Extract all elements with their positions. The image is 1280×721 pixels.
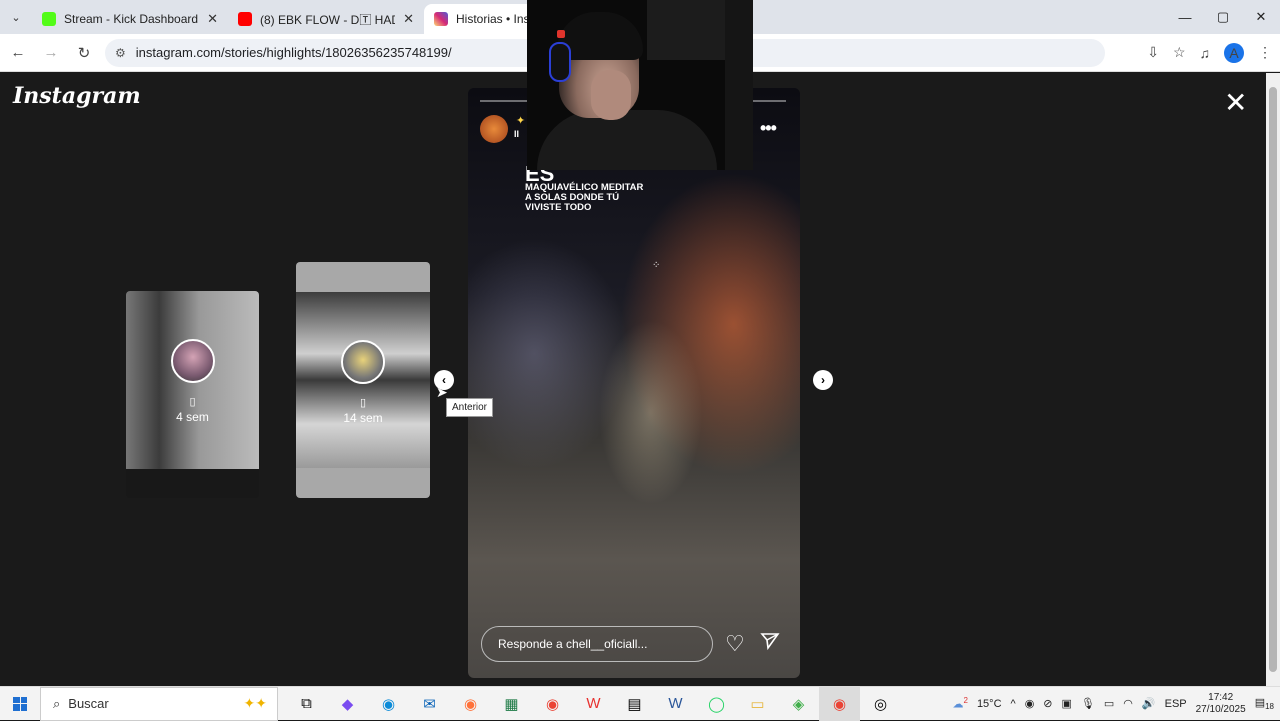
obs-icon[interactable]: ◎ xyxy=(860,687,901,721)
headset-light xyxy=(557,30,565,38)
toolbar-right: ⇩ ☆ ♫ A ⋮ xyxy=(1147,42,1272,63)
story-image xyxy=(468,88,800,678)
task-view-icon[interactable]: ⧉ xyxy=(286,687,327,721)
chevron-up-icon[interactable]: ^ xyxy=(1011,698,1016,710)
window-controls: — ▢ ✕ xyxy=(1166,0,1280,34)
tab-search-dropdown-icon[interactable]: ⌄ xyxy=(0,0,32,34)
close-tab-icon[interactable]: ✕ xyxy=(403,11,414,27)
temperature-label[interactable]: 15°C xyxy=(977,698,1002,710)
instagram-favicon-icon xyxy=(434,12,448,26)
system-tray: ☁2 15°C ^ ◉ ⊘ ▣ 🎙 ▭ ◠ 🔊 ESP 17:42 27/10/… xyxy=(952,687,1280,721)
network-off-icon[interactable]: ⊘ xyxy=(1043,697,1052,710)
avatar xyxy=(171,339,215,383)
send-icon[interactable] xyxy=(760,631,780,651)
back-icon[interactable]: ← xyxy=(3,38,33,68)
story-caption: MAQUIAVÉLICO MEDITAR A SOLAS DONDE TÚ VI… xyxy=(525,182,644,213)
close-stories-icon[interactable]: ✕ xyxy=(1224,89,1247,117)
microphone-icon[interactable]: 🎙 xyxy=(1081,697,1095,710)
windows-start-icon[interactable] xyxy=(0,687,40,721)
close-tab-icon[interactable]: ✕ xyxy=(207,11,218,27)
media-controls-icon[interactable]: ♫ xyxy=(1200,45,1211,61)
tab-youtube[interactable]: (8) EBK FLOW - D🅃 HADES 66 ✕ xyxy=(228,4,424,34)
wps-icon[interactable]: W xyxy=(573,687,614,721)
file-explorer-icon[interactable]: ▭ xyxy=(737,687,778,721)
chrome-icon[interactable]: ◉ xyxy=(532,687,573,721)
person-hand xyxy=(591,70,631,120)
page-scrollbar[interactable] xyxy=(1266,73,1280,686)
kick-favicon-icon xyxy=(42,12,56,26)
clipboard-app-icon[interactable]: ▤ xyxy=(614,687,655,721)
close-window-icon[interactable]: ✕ xyxy=(1242,0,1280,34)
stack-app-icon[interactable]: ◈ xyxy=(778,687,819,721)
install-app-icon[interactable]: ⇩ xyxy=(1147,44,1159,61)
headset-icon xyxy=(549,42,571,82)
camera-icon[interactable]: ▣ xyxy=(1062,697,1072,710)
heart-icon[interactable]: ♡ xyxy=(725,631,745,657)
avatar xyxy=(341,340,385,384)
battery-icon[interactable]: ▭ xyxy=(1104,697,1114,710)
story-author-avatar[interactable] xyxy=(480,115,508,143)
tab-kick[interactable]: Stream - Kick Dashboard ✕ xyxy=(32,4,228,34)
maximize-icon[interactable]: ▢ xyxy=(1204,0,1242,34)
preview-label: ▯ 14 sem xyxy=(343,397,383,425)
bookmark-star-icon[interactable]: ☆ xyxy=(1173,44,1186,61)
tab-title: Stream - Kick Dashboard xyxy=(64,12,199,26)
volume-icon[interactable]: 🔊 xyxy=(1142,697,1156,710)
instagram-logo[interactable]: Instagram xyxy=(13,83,141,109)
windows-taskbar: ⌕ Buscar ✦✦ ⧉ ◆ ◉ ✉ ◉ ▦ ◉ W ▤ W ◯ ▭ ◈ ◉ … xyxy=(0,686,1280,721)
whatsapp-icon[interactable]: ◯ xyxy=(696,687,737,721)
firefox-icon[interactable]: ◉ xyxy=(450,687,491,721)
copilot-icon[interactable]: ◆ xyxy=(327,687,368,721)
story-preview-2[interactable]: ▯ 14 sem xyxy=(296,262,430,498)
taskbar-apps: ⧉ ◆ ◉ ✉ ◉ ▦ ◉ W ▤ W ◯ ▭ ◈ ◉ ◎ xyxy=(286,686,901,721)
site-info-icon[interactable]: ⚙ xyxy=(115,46,126,60)
outlook-icon[interactable]: ✉ xyxy=(409,687,450,721)
search-icon: ⌕ xyxy=(53,695,61,711)
menu-kebab-icon[interactable]: ⋮ xyxy=(1258,44,1272,61)
clock[interactable]: 17:42 27/10/2025 xyxy=(1196,692,1246,716)
forward-icon[interactable]: → xyxy=(36,38,66,68)
story-preview-1[interactable]: ▯ 4 sem xyxy=(126,291,259,498)
reply-placeholder: Responde a chell__oficiall... xyxy=(498,637,648,651)
story-viewer[interactable]: ✦ II ••• ES MAQUIAVÉLICO MEDITAR A SOLAS… xyxy=(468,88,800,678)
tab-title: (8) EBK FLOW - D🅃 HADES 66 xyxy=(260,12,395,27)
wifi-icon[interactable]: ◠ xyxy=(1123,697,1133,710)
youtube-favicon-icon xyxy=(238,12,252,26)
more-options-icon[interactable]: ••• xyxy=(760,118,777,139)
chrome-active-icon[interactable]: ◉ xyxy=(819,686,860,721)
background-door xyxy=(647,0,727,60)
url-text: instagram.com/stories/highlights/1802635… xyxy=(135,45,452,60)
sparkle-icon: ✦ xyxy=(516,115,526,127)
loading-icon: ⁘ xyxy=(652,260,661,271)
weather-icon[interactable]: ☁2 xyxy=(952,696,967,711)
scrollbar-thumb[interactable] xyxy=(1269,87,1277,672)
copilot-stars-icon: ✦✦ xyxy=(243,695,267,711)
record-icon[interactable]: ◉ xyxy=(1025,697,1035,710)
notifications-icon[interactable]: ▤18 xyxy=(1255,696,1274,711)
minimize-icon[interactable]: — xyxy=(1166,0,1204,34)
mouse-cursor-icon: ➤ xyxy=(436,384,448,400)
reload-icon[interactable]: ↻ xyxy=(69,38,99,68)
profile-avatar[interactable]: A xyxy=(1224,42,1244,63)
edge-icon[interactable]: ◉ xyxy=(368,687,409,721)
background-wall xyxy=(725,0,753,170)
excel-icon[interactable]: ▦ xyxy=(491,687,532,721)
preview-label: ▯ 4 sem xyxy=(176,396,209,424)
person-body xyxy=(537,110,717,170)
reply-input[interactable]: Responde a chell__oficiall... xyxy=(481,626,713,662)
webcam-overlay xyxy=(527,0,753,170)
taskbar-search-input[interactable]: ⌕ Buscar ✦✦ xyxy=(40,686,278,721)
next-story-button[interactable]: › xyxy=(813,370,833,390)
word-icon[interactable]: W xyxy=(655,687,696,721)
pause-icon[interactable]: II xyxy=(514,129,519,139)
search-placeholder: Buscar xyxy=(68,696,109,711)
language-indicator[interactable]: ESP xyxy=(1165,698,1187,710)
previous-tooltip: Anterior xyxy=(446,398,494,417)
